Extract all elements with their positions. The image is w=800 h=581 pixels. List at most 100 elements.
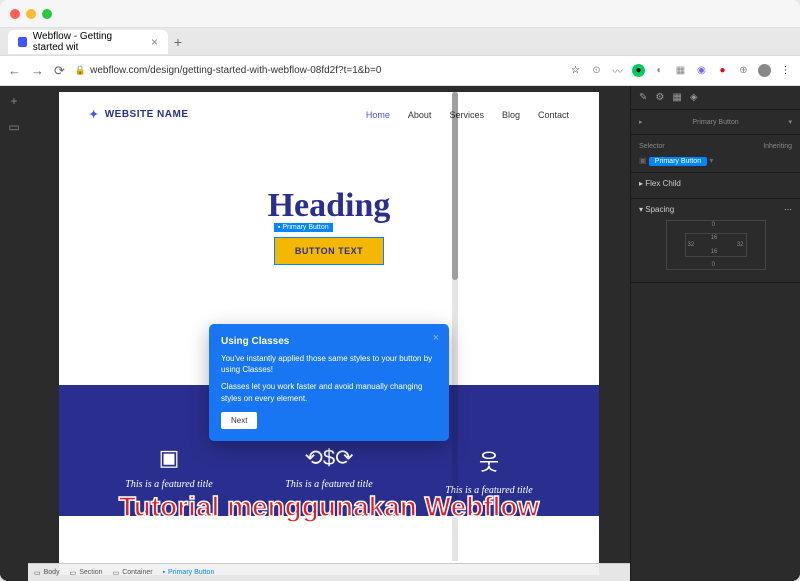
- hero-heading[interactable]: Heading: [59, 187, 599, 225]
- feature-card: 웃 This is a featured title: [445, 445, 532, 496]
- element-indicator: ▸: [639, 118, 643, 126]
- design-canvas: ✦ WEBSITE NAME Home About Services Blog …: [28, 86, 630, 581]
- close-icon[interactable]: ×: [433, 332, 439, 344]
- cta-button[interactable]: BUTTON TEXT: [274, 237, 384, 265]
- ext-icon[interactable]: ▦: [674, 64, 687, 77]
- video-title-overlay: Tutorial menggunakan Webflow: [119, 491, 540, 523]
- ext-icon[interactable]: ⊕: [737, 64, 750, 77]
- selected-element: ▪ Primary Button BUTTON TEXT: [274, 237, 384, 265]
- chevron-down-icon[interactable]: ▾: [709, 156, 713, 165]
- margin-bottom[interactable]: 0: [712, 262, 715, 268]
- margin-top[interactable]: 0: [712, 222, 715, 228]
- settings-icon[interactable]: ⚙: [655, 92, 664, 103]
- exchange-icon: ⟲$⟳: [285, 445, 372, 471]
- layers-icon: ▣: [125, 445, 212, 471]
- favicon-icon: [18, 37, 27, 47]
- spacing-label: Spacing: [645, 205, 674, 214]
- tooltip-body: Classes let you work faster and avoid ma…: [221, 381, 437, 403]
- add-icon[interactable]: +: [10, 94, 17, 108]
- tooltip-title: Using Classes: [221, 336, 437, 347]
- style-panel: ✎ ⚙ ▦ ◈ ▸Primary Button▾ SelectorInherit…: [630, 86, 800, 581]
- lock-icon: 🔒: [75, 65, 86, 76]
- class-prefix-icon: ▣: [639, 156, 647, 165]
- nav-home[interactable]: Home: [366, 110, 390, 120]
- tag-label: Primary Button: [282, 224, 328, 231]
- breadcrumb-button[interactable]: ▪ Primary Button: [163, 569, 215, 576]
- menu-icon[interactable]: ⋮: [779, 64, 792, 77]
- ext-icon[interactable]: 〰: [611, 64, 624, 77]
- pages-icon[interactable]: ▭: [8, 120, 19, 134]
- nav-contact[interactable]: Contact: [538, 110, 569, 120]
- close-tab-icon[interactable]: ×: [151, 35, 158, 49]
- more-icon[interactable]: ⋯: [784, 205, 792, 214]
- layout-section[interactable]: ▸ Flex Child: [631, 173, 800, 199]
- tab-title: Webflow - Getting started wit: [33, 31, 145, 53]
- feature-title: This is a featured title: [125, 479, 212, 490]
- next-button[interactable]: Next: [221, 412, 257, 429]
- star-icon[interactable]: ☆: [569, 64, 582, 77]
- ext-icon[interactable]: ●: [716, 64, 729, 77]
- new-tab-button[interactable]: +: [168, 34, 188, 50]
- browser-window: Webflow - Getting started wit × + ← → ⟳ …: [0, 0, 800, 581]
- reload-icon[interactable]: ⟳: [54, 63, 65, 79]
- window-controls: [10, 9, 52, 19]
- brand-text: WEBSITE NAME: [105, 109, 189, 120]
- breadcrumb-section[interactable]: ▭ Section: [70, 569, 103, 577]
- scroll-thumb[interactable]: [452, 92, 458, 280]
- pad-left[interactable]: 32: [688, 242, 695, 248]
- effects-icon[interactable]: ◈: [690, 92, 698, 103]
- ext-icon[interactable]: ⊙: [590, 64, 603, 77]
- layout-label: Flex Child: [645, 179, 681, 188]
- avatar-icon[interactable]: [758, 64, 771, 77]
- element-tag[interactable]: ▪ Primary Button: [274, 223, 333, 232]
- ext-icon[interactable]: ◐: [653, 64, 666, 77]
- spacing-section: ▾ Spacing⋯ 0 0 16 16 32 32: [631, 199, 800, 283]
- extensions: ☆ ⊙ 〰 ● ◐ ▦ ◉ ● ⊕ ⋮: [569, 64, 792, 77]
- url-field[interactable]: 🔒 webflow.com/design/getting-started-wit…: [75, 65, 559, 76]
- breadcrumb-container[interactable]: ▭ Container: [113, 569, 153, 577]
- person-icon: 웃: [445, 445, 532, 477]
- brush-icon[interactable]: ✎: [639, 92, 647, 103]
- feature-card: ⟲$⟳ This is a featured title: [285, 445, 372, 496]
- selector-section: Selector Inheriting ▣ Primary Button ▾: [631, 135, 800, 173]
- feature-title: This is a featured title: [285, 479, 372, 490]
- titlebar: [0, 0, 800, 28]
- element-name: Primary Button: [692, 119, 738, 126]
- tab-bar: Webflow - Getting started wit × +: [0, 28, 800, 56]
- nav-links: Home About Services Blog Contact: [366, 110, 569, 120]
- app-content: + ▭ ✦ WEBSITE NAME Home About Services B…: [0, 86, 800, 581]
- tutorial-tooltip: × Using Classes You've instantly applied…: [209, 324, 449, 441]
- feature-card: ▣ This is a featured title: [125, 445, 212, 496]
- pad-bottom[interactable]: 16: [711, 249, 718, 255]
- sparkle-icon: ✦: [89, 108, 99, 121]
- inherit-label: Inheriting: [763, 143, 792, 150]
- close-icon[interactable]: [10, 9, 20, 19]
- address-bar: ← → ⟳ 🔒 webflow.com/design/getting-start…: [0, 56, 800, 86]
- selector-label: Selector: [639, 143, 665, 150]
- tag-icon: ▪: [278, 224, 280, 231]
- left-toolbar: + ▭: [0, 86, 28, 581]
- nav-blog[interactable]: Blog: [502, 110, 520, 120]
- back-icon[interactable]: ←: [8, 63, 21, 78]
- url-text: webflow.com/design/getting-started-with-…: [90, 65, 381, 76]
- breadcrumb-body[interactable]: ▭ Body: [34, 569, 60, 577]
- forward-icon[interactable]: →: [31, 63, 44, 78]
- layout-icon[interactable]: ▦: [672, 92, 681, 103]
- ext-icon[interactable]: ●: [632, 64, 645, 77]
- hero-section: Heading ▪ Primary Button BUTTON TEXT: [59, 137, 599, 275]
- nav-about[interactable]: About: [408, 110, 432, 120]
- class-badge[interactable]: Primary Button: [649, 157, 707, 166]
- breadcrumb-bar: ▭ Body ▭ Section ▭ Container ▪ Primary B…: [28, 563, 630, 581]
- brand[interactable]: ✦ WEBSITE NAME: [89, 108, 189, 121]
- ext-icon[interactable]: ◉: [695, 64, 708, 77]
- panel-header: ✎ ⚙ ▦ ◈: [631, 86, 800, 110]
- maximize-icon[interactable]: [42, 9, 52, 19]
- spacing-editor[interactable]: 0 0 16 16 32 32: [666, 220, 766, 270]
- pad-right[interactable]: 32: [737, 242, 744, 248]
- tooltip-body: You've instantly applied those same styl…: [221, 353, 437, 375]
- browser-tab[interactable]: Webflow - Getting started wit ×: [8, 30, 168, 54]
- element-name-section: ▸ Primary Button ▾: [631, 110, 800, 135]
- chevron-down-icon[interactable]: ▾: [788, 118, 792, 126]
- minimize-icon[interactable]: [26, 9, 36, 19]
- pad-top[interactable]: 16: [711, 235, 718, 241]
